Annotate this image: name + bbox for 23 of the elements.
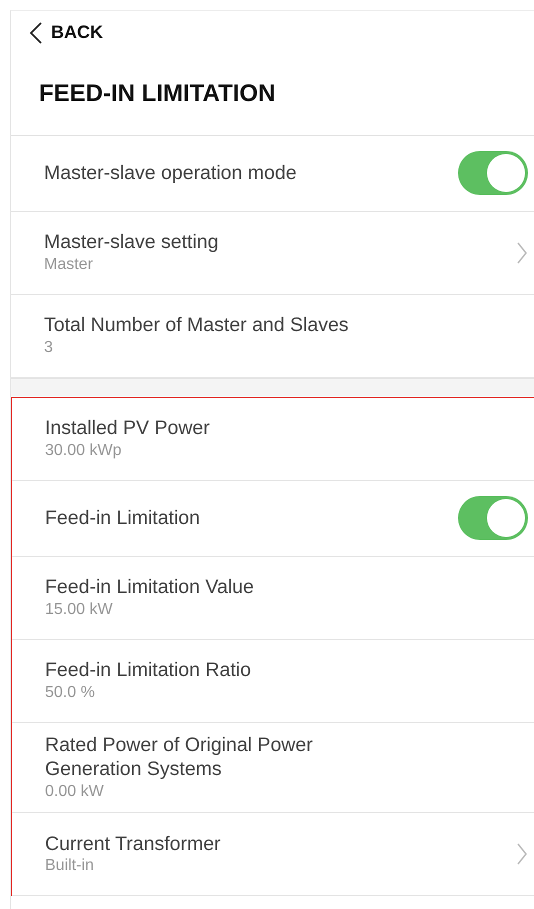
chevron-right-icon[interactable] xyxy=(516,842,528,866)
setting-value: 0.00 kW xyxy=(45,782,105,802)
setting-label: Feed-in Limitation Ratio xyxy=(45,658,252,683)
setting-value: 30.00 kWp xyxy=(45,440,122,461)
chevron-right-icon[interactable] xyxy=(516,240,528,265)
setting-value: 3 xyxy=(44,338,54,358)
toggle-switch[interactable] xyxy=(458,496,528,540)
setting-label: Current Transformer xyxy=(45,832,222,856)
setting-label: Feed-in Limitation Value xyxy=(45,575,255,600)
setting-value: 15.00 kW xyxy=(45,600,114,620)
setting-value: Master xyxy=(44,254,94,275)
setting-label: Rated Power of Original Power Generation Systems xyxy=(45,732,314,782)
back-chevron-icon xyxy=(29,20,43,44)
toggle-switch[interactable] xyxy=(458,151,528,196)
setting-label: Master-slave operation mode xyxy=(44,161,298,186)
page-title: FEED-IN LIMITATION xyxy=(38,79,276,109)
back-button[interactable]: BACK xyxy=(11,11,103,46)
setting-label: Installed PV Power xyxy=(45,416,211,441)
setting-label: Feed-in Limitation xyxy=(45,506,201,530)
setting-value: 50.0 % xyxy=(45,682,96,703)
setting-label: Master-slave setting xyxy=(44,230,220,255)
setting-label: Total Number of Master and Slaves xyxy=(44,313,350,338)
setting-value: Built-in xyxy=(45,856,95,876)
